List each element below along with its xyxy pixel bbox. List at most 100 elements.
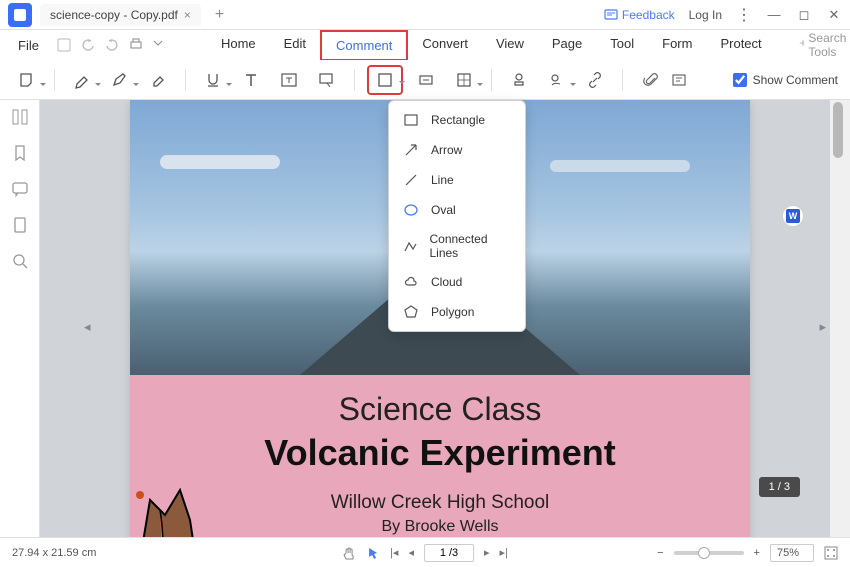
- next-page-button[interactable]: ▸: [484, 546, 490, 559]
- sparkle-icon: [796, 38, 805, 52]
- distance-tool[interactable]: [411, 65, 441, 95]
- menubar: File Home Edit Comment Convert View Page…: [0, 30, 850, 60]
- eraser-tool[interactable]: [143, 65, 173, 95]
- shape-cloud[interactable]: Cloud: [389, 267, 525, 297]
- area-tool[interactable]: [449, 65, 479, 95]
- oval-icon: [403, 202, 419, 218]
- last-page-button[interactable]: ▸|: [500, 546, 508, 559]
- tab-convert[interactable]: Convert: [408, 30, 482, 61]
- zoom-slider[interactable]: [674, 551, 744, 555]
- attachments-panel-icon[interactable]: [11, 216, 29, 234]
- cloud-shape-icon: [403, 274, 419, 290]
- show-comment-toggle[interactable]: Show Comment: [733, 73, 838, 87]
- maximize-button[interactable]: ◻: [796, 7, 812, 23]
- highlight-tool[interactable]: [67, 65, 97, 95]
- bookmarks-icon[interactable]: [11, 144, 29, 162]
- login-link[interactable]: Log In: [689, 8, 722, 22]
- more-menu-icon[interactable]: ⋮: [736, 5, 752, 25]
- line-icon: [403, 172, 419, 188]
- shape-connected-lines[interactable]: Connected Lines: [389, 225, 525, 267]
- shape-oval[interactable]: Oval: [389, 195, 525, 225]
- zoom-out-button[interactable]: −: [657, 547, 663, 559]
- doc-school: Willow Creek High School: [150, 492, 730, 514]
- first-page-button[interactable]: |◂: [390, 546, 398, 559]
- rectangle-icon: [403, 112, 419, 128]
- comments-panel-icon[interactable]: [11, 180, 29, 198]
- zoom-select[interactable]: 75%: [770, 544, 814, 562]
- text-tool[interactable]: [236, 65, 266, 95]
- signature-tool[interactable]: [542, 65, 572, 95]
- feedback-link[interactable]: Feedback: [604, 8, 675, 22]
- tab-view[interactable]: View: [482, 30, 538, 61]
- doc-title: Science Class: [150, 391, 730, 428]
- undo-icon[interactable]: [81, 38, 95, 52]
- note-tool[interactable]: [12, 65, 42, 95]
- select-tool-icon[interactable]: [366, 546, 380, 560]
- connected-lines-icon: [403, 238, 417, 254]
- zoom-slider-thumb[interactable]: [698, 547, 710, 559]
- quick-access: [57, 38, 163, 52]
- tab-edit[interactable]: Edit: [270, 30, 320, 61]
- fit-page-icon[interactable]: [824, 546, 838, 560]
- doc-author: By Brooke Wells: [150, 518, 730, 536]
- shape-rectangle[interactable]: Rectangle: [389, 105, 525, 135]
- volcano-illustration: [130, 460, 220, 537]
- stamp-tool[interactable]: [504, 65, 534, 95]
- redo-icon[interactable]: [105, 38, 119, 52]
- search-tools[interactable]: Search Tools: [796, 31, 850, 59]
- polygon-icon: [403, 304, 419, 320]
- page-number-input[interactable]: [424, 544, 474, 562]
- tab-form[interactable]: Form: [648, 30, 706, 61]
- vertical-scrollbar[interactable]: [830, 100, 850, 537]
- tab-comment[interactable]: Comment: [320, 30, 408, 61]
- minimize-button[interactable]: —: [766, 7, 782, 23]
- thumbnails-icon[interactable]: [11, 108, 29, 126]
- link-tool[interactable]: [580, 65, 610, 95]
- qat-dropdown-icon[interactable]: [153, 38, 163, 48]
- tab-close-icon[interactable]: ×: [184, 8, 191, 22]
- attachment-icon[interactable]: [643, 72, 659, 88]
- search-panel-icon[interactable]: [11, 252, 29, 270]
- shape-line[interactable]: Line: [389, 165, 525, 195]
- underline-tool[interactable]: [198, 65, 228, 95]
- tab-page[interactable]: Page: [538, 30, 596, 61]
- shape-dropdown: Rectangle Arrow Line Oval Connected Line…: [388, 100, 526, 332]
- arrow-icon: [403, 142, 419, 158]
- comment-toolbar: Show Comment: [0, 60, 850, 100]
- prev-page-arrow[interactable]: ◂: [84, 319, 91, 335]
- close-button[interactable]: ✕: [826, 7, 842, 23]
- left-sidebar: [0, 100, 40, 537]
- feedback-icon: [604, 8, 618, 22]
- add-tab-button[interactable]: +: [215, 6, 224, 24]
- show-comment-checkbox[interactable]: [733, 73, 747, 87]
- shape-tool[interactable]: [367, 65, 403, 95]
- print-icon[interactable]: [129, 38, 143, 52]
- tab-protect[interactable]: Protect: [706, 30, 775, 61]
- shape-polygon[interactable]: Polygon: [389, 297, 525, 327]
- pencil-tool[interactable]: [105, 65, 135, 95]
- shape-arrow[interactable]: Arrow: [389, 135, 525, 165]
- hide-comments-icon[interactable]: [671, 72, 687, 88]
- tab-home[interactable]: Home: [207, 30, 270, 61]
- statusbar: 27.94 x 21.59 cm |◂ ◂ ▸ ▸| − + 75%: [0, 537, 850, 567]
- page-dimensions: 27.94 x 21.59 cm: [12, 547, 96, 559]
- tab-tool[interactable]: Tool: [596, 30, 648, 61]
- page-indicator: 1 / 3: [759, 477, 800, 497]
- tab-title: science-copy - Copy.pdf: [50, 8, 178, 22]
- zoom-in-button[interactable]: +: [754, 547, 760, 559]
- app-icon: [8, 3, 32, 27]
- textbox-tool[interactable]: [274, 65, 304, 95]
- callout-tool[interactable]: [312, 65, 342, 95]
- document-tab[interactable]: science-copy - Copy.pdf ×: [40, 4, 201, 26]
- save-icon[interactable]: [57, 38, 71, 52]
- scroll-thumb[interactable]: [833, 102, 843, 158]
- prev-page-button[interactable]: ◂: [408, 546, 414, 559]
- main-tabs: Home Edit Comment Convert View Page Tool…: [207, 30, 776, 61]
- word-export-badge[interactable]: W: [782, 205, 804, 227]
- page-content: Science Class Volcanic Experiment Willow…: [130, 375, 750, 537]
- titlebar: science-copy - Copy.pdf × + Feedback Log…: [0, 0, 850, 30]
- next-page-arrow[interactable]: ▸: [819, 319, 826, 335]
- hand-tool-icon[interactable]: [342, 546, 356, 560]
- doc-subtitle: Volcanic Experiment: [150, 432, 730, 474]
- file-menu[interactable]: File: [12, 34, 45, 57]
